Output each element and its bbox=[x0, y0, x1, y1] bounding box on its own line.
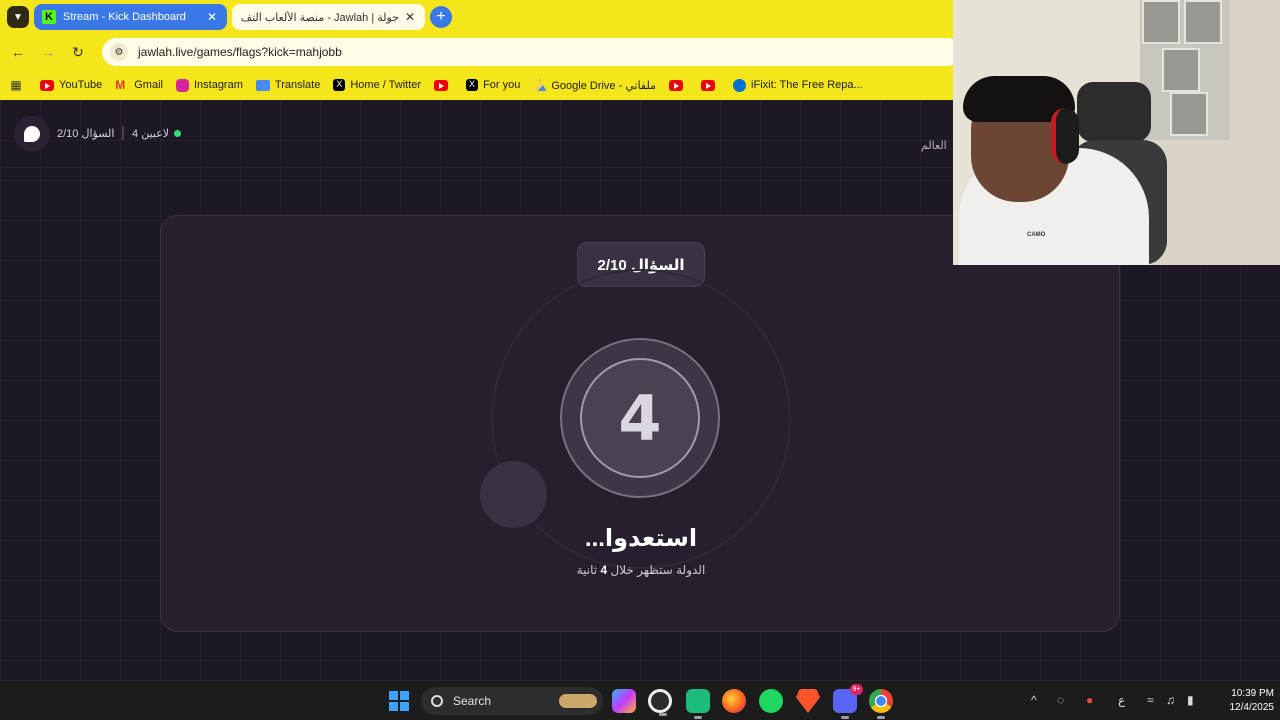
chrome-icon[interactable] bbox=[869, 689, 893, 719]
x-icon: X bbox=[333, 79, 346, 91]
question-counter: السؤال 2/10 bbox=[57, 128, 115, 140]
reload-icon[interactable]: ↻ bbox=[69, 43, 87, 61]
tab-search-button[interactable]: ▼ bbox=[7, 6, 29, 28]
bookmark-label: Translate bbox=[274, 79, 321, 91]
instagram-icon bbox=[175, 78, 189, 92]
youtube-icon bbox=[434, 79, 449, 91]
search-highlight-art bbox=[559, 694, 597, 708]
orbit-ball bbox=[480, 461, 547, 528]
kick-studio-icon[interactable] bbox=[686, 689, 710, 719]
site-info-icon[interactable]: ⚙ bbox=[110, 43, 128, 61]
world-label: العالم bbox=[921, 140, 947, 152]
gmail-icon: M bbox=[115, 77, 126, 92]
notification-badge: 9+ bbox=[850, 684, 863, 695]
wall-photos bbox=[1140, 0, 1230, 140]
ready-heading: استعدوا... bbox=[584, 525, 698, 552]
countdown-subtitle: الدولة ستظهر خلال 4 ثانية bbox=[481, 563, 801, 577]
shirt-text: CAMO bbox=[1027, 232, 1046, 238]
close-icon[interactable]: ✕ bbox=[403, 10, 417, 24]
brave-icon[interactable] bbox=[796, 689, 820, 713]
online-status-dot bbox=[174, 130, 182, 137]
countdown-number: 4 bbox=[618, 381, 662, 455]
wall-photo bbox=[1184, 0, 1222, 44]
divider bbox=[122, 126, 124, 140]
headset bbox=[1051, 108, 1079, 164]
new-tab-button[interactable]: + bbox=[430, 6, 452, 28]
chat-bubble-icon bbox=[24, 126, 40, 142]
bookmark-youtube-2[interactable] bbox=[434, 79, 453, 91]
bookmark-label: Gmail bbox=[134, 79, 163, 91]
forward-arrow-icon[interactable]: → bbox=[39, 43, 57, 61]
bookmark-google-drive[interactable]: Google Drive - ملفاتي bbox=[533, 79, 656, 92]
search-icon bbox=[431, 695, 443, 707]
wall-photo bbox=[1162, 48, 1200, 92]
search-label: Search bbox=[453, 694, 492, 708]
x-icon: X bbox=[466, 79, 479, 91]
bookmark-translate[interactable]: Translate bbox=[255, 79, 321, 91]
url-text: jawlah.live/games/flags?kick=mahjobb bbox=[138, 45, 342, 59]
bookmark-youtube-4[interactable] bbox=[701, 79, 720, 91]
spotify-icon[interactable] bbox=[759, 689, 783, 713]
firefox-icon[interactable] bbox=[722, 689, 746, 713]
wifi-icon[interactable]: ≈ bbox=[1147, 693, 1154, 707]
clock[interactable]: 10:39 PM 12/4/2025 bbox=[1208, 687, 1275, 715]
copilot-icon[interactable] bbox=[612, 689, 636, 713]
clock-time: 10:39 PM bbox=[1231, 688, 1274, 699]
kick-icon: K bbox=[42, 10, 56, 24]
taskbar-search[interactable]: Search bbox=[421, 687, 603, 715]
youtube-icon bbox=[40, 79, 54, 91]
translate-icon bbox=[255, 79, 270, 91]
bookmark-label: iFixit: The Free Repa... bbox=[751, 79, 863, 91]
players-count: 4 لاعبين bbox=[132, 127, 182, 140]
ifixit-icon bbox=[733, 78, 747, 92]
players-label: 4 لاعبين bbox=[132, 128, 170, 140]
bookmark-instagram[interactable]: Instagram bbox=[175, 78, 243, 92]
address-bar[interactable]: ⚙ jawlah.live/games/flags?kick=mahjobb bbox=[102, 38, 962, 66]
back-arrow-icon[interactable]: ← bbox=[9, 43, 27, 61]
volume-icon[interactable]: ♫ bbox=[1166, 693, 1175, 707]
windows-start-icon[interactable] bbox=[389, 691, 409, 711]
tab-title: جولة | Jawlah - منصة الألعاب التف bbox=[240, 11, 399, 24]
chevron-up-icon[interactable]: ^ bbox=[1031, 693, 1037, 707]
subtitle-unit: ثانية bbox=[576, 563, 598, 577]
google-drive-icon bbox=[533, 79, 547, 91]
discord-icon[interactable]: 9+ bbox=[833, 684, 863, 719]
bookmark-for-you[interactable]: X For you bbox=[466, 79, 520, 91]
input-language[interactable]: ع bbox=[1118, 693, 1125, 707]
bookmark-label: Google Drive - ملفاتي bbox=[551, 79, 657, 92]
sync-icon[interactable]: ◌ bbox=[1057, 693, 1064, 707]
bookmark-label: YouTube bbox=[59, 79, 103, 91]
subtitle-text: الدولة ستظهر خلال bbox=[610, 563, 706, 577]
wall-photo bbox=[1170, 92, 1208, 136]
youtube-icon bbox=[701, 79, 716, 91]
bookmark-youtube-3[interactable] bbox=[669, 79, 688, 91]
bookmark-gmail[interactable]: M Gmail bbox=[115, 77, 163, 92]
tab-jawlah[interactable]: جولة | Jawlah - منصة الألعاب التف ✕ bbox=[232, 4, 425, 30]
close-icon[interactable]: ✕ bbox=[205, 10, 219, 24]
subtitle-number: 4 bbox=[600, 563, 608, 577]
webcam-overlay: CAMO bbox=[953, 0, 1280, 265]
tab-title: Stream - Kick Dashboard bbox=[63, 11, 186, 23]
battery-icon[interactable]: ▮ bbox=[1187, 693, 1194, 707]
bookmark-label: For you bbox=[483, 79, 521, 91]
jawlah-logo-button[interactable] bbox=[14, 116, 50, 152]
clock-date: 12/4/2025 bbox=[1229, 702, 1275, 713]
apps-grid-icon[interactable]: ▦ bbox=[8, 77, 24, 93]
countdown-circle: 4 bbox=[580, 358, 700, 478]
youtube-icon bbox=[669, 79, 684, 91]
obs-icon[interactable] bbox=[648, 689, 672, 716]
wall-photo bbox=[1142, 0, 1180, 44]
taskbar: Search 9+ ^ ◌ ● ع ≈ ♫ ▮ 10:39 PM 12/4/20… bbox=[0, 680, 1280, 720]
bookmark-label: Instagram bbox=[193, 79, 243, 91]
tab-kick-dashboard[interactable]: K Stream - Kick Dashboard ✕ bbox=[34, 4, 227, 30]
countdown-card: السؤال 2/10 4 استعدوا... الدولة ستظهر خل… bbox=[160, 215, 1120, 632]
microphone-icon[interactable]: ● bbox=[1086, 693, 1093, 707]
chair-headrest bbox=[1077, 82, 1151, 142]
bookmark-ifixit[interactable]: iFixit: The Free Repa... bbox=[733, 78, 863, 92]
bookmark-youtube[interactable]: YouTube bbox=[40, 79, 102, 91]
bookmark-twitter-home[interactable]: X Home / Twitter bbox=[333, 79, 421, 91]
bookmark-label: Home / Twitter bbox=[350, 79, 422, 91]
